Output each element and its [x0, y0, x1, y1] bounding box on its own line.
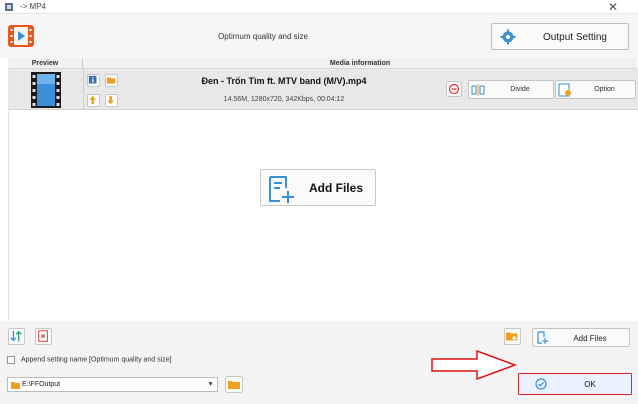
header: Optimum quality and size Output Setting	[0, 14, 638, 58]
arrow-up-icon	[89, 95, 97, 105]
app-icon	[5, 3, 13, 11]
move-up-button[interactable]	[87, 94, 100, 107]
clear-list-button[interactable]	[35, 328, 52, 345]
divide-icon	[471, 84, 485, 96]
bottom-panel: Add Files Append setting name [Optimum q…	[0, 321, 638, 404]
add-files-button[interactable]: Add Files	[532, 328, 630, 347]
add-files-icon	[269, 176, 294, 203]
open-folder-button[interactable]	[105, 74, 118, 87]
folder-browse-icon[interactable]	[225, 376, 243, 393]
add-files-label: Add Files	[573, 334, 607, 343]
media-info-column-header: Media information	[329, 60, 391, 67]
file-name: Đen - Trốn Tìm ft. MTV band (M/V).mp4	[201, 76, 367, 86]
checkbox-box[interactable]	[7, 356, 15, 364]
ok-button[interactable]: OK	[518, 373, 632, 395]
remove-icon[interactable]	[446, 81, 462, 97]
divide-label: Divide	[510, 86, 530, 93]
option-label: Option	[594, 86, 615, 93]
output-profile-label: Optimum quality and size	[218, 32, 308, 41]
list-header: Preview Media information	[8, 58, 637, 69]
append-setting-checkbox[interactable]: Append setting name [Optimum quality and…	[7, 356, 172, 364]
clear-icon	[38, 330, 48, 342]
red-arrow-annotation	[431, 350, 517, 380]
file-meta: 14.56M, 1280x720, 342Kbps, 00:04:12	[223, 96, 345, 103]
move-down-button[interactable]	[105, 94, 118, 107]
window-title: -> MP4	[20, 2, 47, 11]
info-button[interactable]	[87, 74, 100, 87]
column-divider	[83, 69, 84, 110]
add-files-icon	[537, 331, 549, 344]
folder-icon	[106, 77, 116, 84]
file-row[interactable]: Đen - Trốn Tìm ft. MTV band (M/V).mp4 14…	[9, 69, 638, 110]
option-icon	[558, 83, 571, 97]
close-icon[interactable]: ✕	[608, 0, 618, 14]
gear-icon	[500, 29, 516, 45]
film-thumbnail-icon	[31, 72, 61, 108]
info-icon	[88, 75, 97, 84]
add-files-center-button[interactable]: Add Files	[260, 169, 376, 206]
add-folder-button[interactable]	[504, 328, 521, 345]
output-folder-select[interactable]: E:\FFOutput ▼	[7, 377, 218, 392]
arrow-down-icon	[107, 95, 115, 105]
output-setting-button[interactable]: Output Setting	[491, 23, 629, 50]
folder-icon	[11, 382, 20, 389]
output-path-value: E:\FFOutput	[22, 381, 61, 388]
preview-column-header: Preview	[31, 60, 59, 67]
output-setting-label: Output Setting	[543, 32, 607, 43]
title-bar: -> MP4 ✕	[0, 0, 638, 14]
chevron-down-icon: ▼	[207, 381, 214, 388]
add-folder-icon	[505, 332, 518, 341]
sort-button[interactable]	[8, 328, 25, 345]
divide-button[interactable]: Divide	[468, 80, 554, 99]
checkmark-circle-icon	[535, 378, 547, 390]
add-files-center-label: Add Files	[308, 181, 363, 195]
option-button[interactable]: Option	[555, 80, 636, 99]
append-setting-label: Append setting name [Optimum quality and…	[20, 356, 172, 364]
sort-icon	[10, 330, 22, 342]
ok-label: OK	[584, 380, 596, 389]
